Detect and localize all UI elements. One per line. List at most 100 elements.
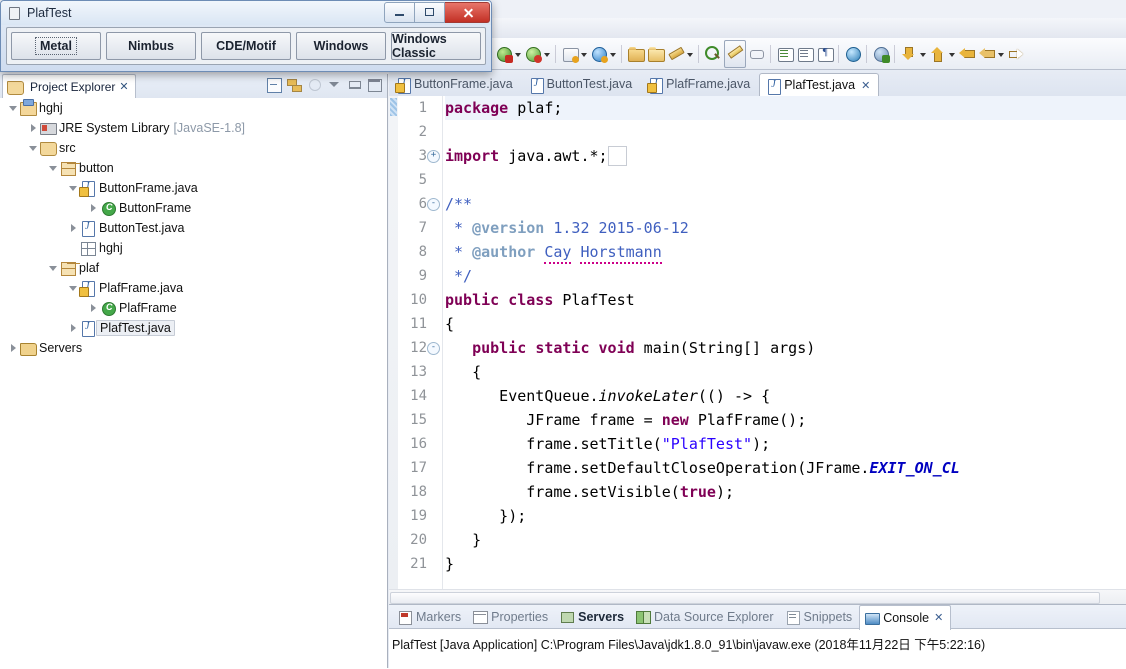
focus-task-button[interactable] <box>306 76 323 93</box>
run-button[interactable] <box>495 42 513 66</box>
tree-item-plaftest-java[interactable]: PlafTest.java <box>0 318 387 338</box>
editor-toggle-button[interactable] <box>724 39 746 68</box>
web-browser-button[interactable] <box>844 42 862 66</box>
next-edit-button[interactable] <box>929 42 947 66</box>
collapse-arrow-icon[interactable] <box>28 122 40 134</box>
new-wizard-button[interactable] <box>561 42 579 66</box>
view-menu-button[interactable] <box>326 76 343 93</box>
code-line[interactable]: public static void main(String[] args) <box>445 336 1126 360</box>
bottom-tab-properties[interactable]: Properties <box>468 605 555 628</box>
show-whitespace-button[interactable]: ¶ <box>816 42 834 66</box>
laf-button-windows-classic[interactable]: Windows Classic <box>391 32 481 60</box>
editor-tab-buttontest-java[interactable]: ButtonTest.java <box>522 72 641 96</box>
expand-arrow-icon[interactable] <box>48 262 60 274</box>
bottom-tab-markers[interactable]: Markers <box>393 605 468 628</box>
next-button[interactable] <box>1007 42 1025 66</box>
profile-button[interactable] <box>872 42 890 66</box>
toggle-block-selection-button[interactable] <box>796 42 814 66</box>
code-line[interactable]: */ <box>445 264 1126 288</box>
editor-tab-plaftest-java[interactable]: PlafTest.java ✕ <box>759 73 880 97</box>
code-line[interactable]: public class PlafTest <box>445 288 1126 312</box>
plaftest-swing-window[interactable]: PlafTest Metal Nimbus CDE/Motif Windows Wind… <box>0 0 492 72</box>
code-line[interactable]: } <box>445 552 1126 576</box>
editor-tab-plafframe-java[interactable]: PlafFrame.java <box>641 72 759 96</box>
code-line[interactable]: JFrame frame = new PlafFrame(); <box>445 408 1126 432</box>
fold-toggle-icon[interactable]: - <box>427 342 440 355</box>
tree-item-buttonframe-java[interactable]: ButtonFrame.java <box>0 178 387 198</box>
code-editor[interactable]: 1 2 3 +5 6-7 8 9 10 11 12-13 14 15 16 17 18 19 20 21 pack… <box>389 96 1126 604</box>
code-line[interactable]: { <box>445 312 1126 336</box>
bottom-tab-servers[interactable]: Servers <box>555 605 631 628</box>
tree-item-plaf[interactable]: plaf <box>0 258 387 278</box>
collapse-arrow-icon[interactable] <box>68 222 80 234</box>
tree-item-buttontest-java[interactable]: ButtonTest.java <box>0 218 387 238</box>
fold-toggle-icon[interactable]: + <box>427 150 440 163</box>
laf-button-cde-motif[interactable]: CDE/Motif <box>201 32 291 60</box>
link-editor-button[interactable] <box>748 42 766 66</box>
bottom-tab-data-source-explorer[interactable]: Data Source Explorer <box>631 605 781 628</box>
minimize-button[interactable] <box>346 76 363 93</box>
previous-edit-button[interactable] <box>900 42 918 66</box>
bottom-tab-console[interactable]: Console ✕ <box>859 604 952 630</box>
laf-button-nimbus[interactable]: Nimbus <box>106 32 196 60</box>
tree-item-plafframe-java[interactable]: PlafFrame.java <box>0 278 387 298</box>
tab-project-explorer[interactable]: Project Explorer ✕ <box>2 74 136 98</box>
forward-button[interactable] <box>978 42 996 66</box>
minimize-button[interactable] <box>384 1 415 23</box>
code-line[interactable]: frame.setTitle("PlafTest"); <box>445 432 1126 456</box>
tree-item-hghj[interactable]: hghj <box>0 238 387 258</box>
fold-toggle-icon[interactable]: - <box>427 198 440 211</box>
close-icon[interactable]: ✕ <box>934 611 943 624</box>
tree-item-button[interactable]: button <box>0 158 387 178</box>
run-dropdown[interactable] <box>514 45 523 63</box>
code-line[interactable]: } <box>445 528 1126 552</box>
code-line[interactable]: import java.awt.*; <box>445 144 1126 168</box>
editor-tab-buttonframe-java[interactable]: ButtonFrame.java <box>389 72 522 96</box>
tree-item-buttonframe[interactable]: ButtonFrame <box>0 198 387 218</box>
maximize-button[interactable] <box>366 76 383 93</box>
next-edit-dropdown[interactable] <box>948 45 957 63</box>
history-dropdown[interactable] <box>997 45 1006 63</box>
code-line[interactable]: * @author Cay Horstmann <box>445 240 1126 264</box>
expand-arrow-icon[interactable] <box>8 102 20 114</box>
bottom-tab-snippets[interactable]: Snippets <box>781 605 860 628</box>
code-line[interactable]: { <box>445 360 1126 384</box>
next-annotation-button[interactable] <box>776 42 794 66</box>
expand-arrow-icon[interactable] <box>48 162 60 174</box>
collapse-arrow-icon[interactable] <box>68 322 80 334</box>
collapse-arrow-icon[interactable] <box>8 342 20 354</box>
source-code[interactable]: package plaf; import java.awt.*; /** * @… <box>445 96 1126 590</box>
close-icon[interactable]: ✕ <box>119 80 128 93</box>
debug-button[interactable] <box>524 42 542 66</box>
tree-item-servers[interactable]: Servers <box>0 338 387 358</box>
expand-arrow-icon[interactable] <box>28 142 40 154</box>
tree-item-jre-system-library[interactable]: JRE System Library [JavaSE-1.8] <box>0 118 387 138</box>
project-tree[interactable]: hghj JRE System Library [JavaSE-1.8] src but… <box>0 98 387 668</box>
collapse-arrow-icon[interactable] <box>88 202 100 214</box>
plaftest-title-bar[interactable]: PlafTest <box>1 1 491 25</box>
back-button[interactable] <box>958 42 976 66</box>
code-line[interactable]: * @version 1.32 2015-06-12 <box>445 216 1126 240</box>
close-button[interactable] <box>445 1 490 23</box>
code-line[interactable] <box>445 120 1126 144</box>
close-icon[interactable]: ✕ <box>861 79 870 92</box>
collapse-arrow-icon[interactable] <box>88 302 100 314</box>
laf-button-metal[interactable]: Metal <box>11 32 101 60</box>
scrollbar-thumb[interactable] <box>390 592 1100 604</box>
tree-item-hghj[interactable]: hghj <box>0 98 387 118</box>
new-server-button[interactable] <box>590 42 608 66</box>
code-line[interactable]: frame.setDefaultCloseOperation(JFrame.EX… <box>445 456 1126 480</box>
new-wizard-dropdown[interactable] <box>580 45 589 63</box>
code-line[interactable]: }); <box>445 504 1126 528</box>
open-resource-button[interactable] <box>647 42 665 66</box>
link-with-editor-button[interactable] <box>286 76 303 93</box>
laf-button-windows[interactable]: Windows <box>296 32 386 60</box>
search-button[interactable] <box>704 42 722 66</box>
code-line[interactable]: package plaf; <box>445 96 1126 120</box>
tree-item-src[interactable]: src <box>0 138 387 158</box>
debug-dropdown[interactable] <box>543 45 552 63</box>
maximize-button[interactable] <box>415 1 445 23</box>
collapse-all-button[interactable] <box>266 76 283 93</box>
tree-item-plafframe[interactable]: PlafFrame <box>0 298 387 318</box>
external-tools-dropdown[interactable] <box>686 45 695 63</box>
